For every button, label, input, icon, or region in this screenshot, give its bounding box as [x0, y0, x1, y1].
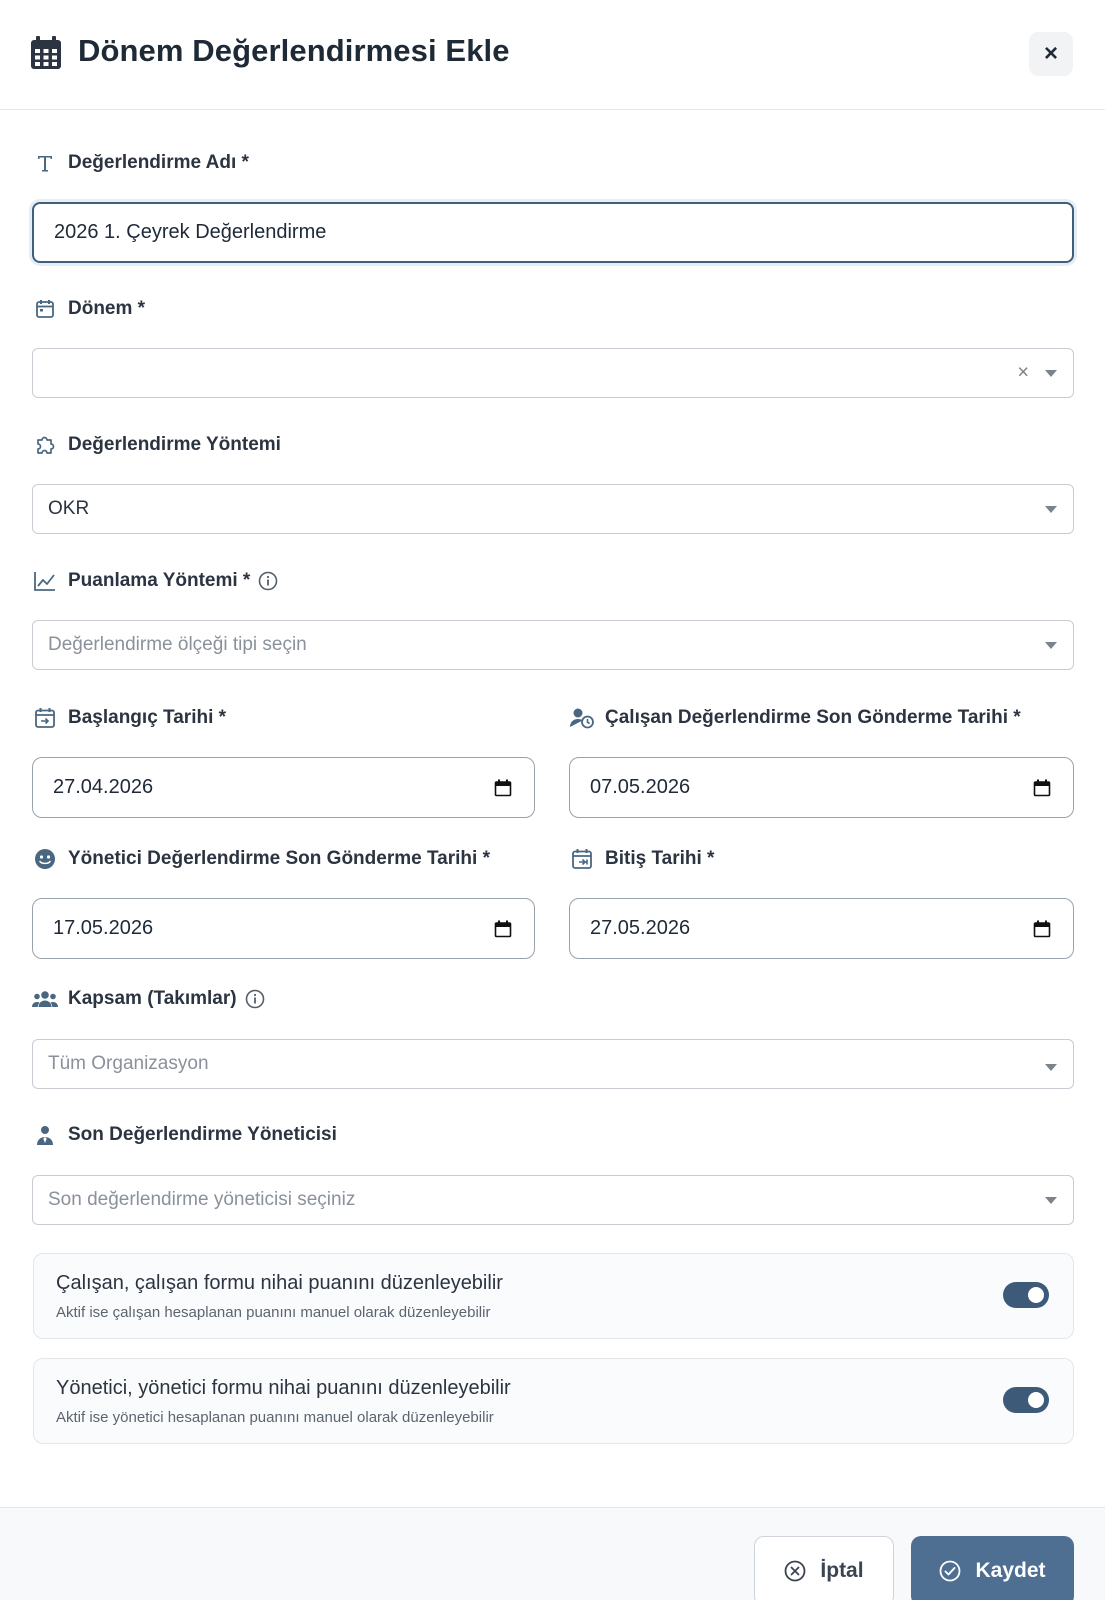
scope-select[interactable]: Tüm Organizasyon — [32, 1039, 1074, 1089]
name-label: Değerlendirme Adı * — [32, 150, 249, 176]
final-manager-label: Son Değerlendirme Yöneticisi — [32, 1122, 337, 1148]
method-select[interactable]: OKR — [32, 484, 1074, 534]
calendar-picker-icon[interactable] — [1033, 920, 1051, 938]
save-button[interactable]: Kaydet — [911, 1536, 1074, 1600]
end-date-input[interactable]: 27.05.2026 — [569, 898, 1074, 959]
clear-icon[interactable]: × — [1017, 362, 1029, 385]
text-icon — [32, 150, 58, 176]
employee-deadline-input[interactable]: 07.05.2026 — [569, 757, 1074, 818]
calendar-picker-icon[interactable] — [494, 920, 512, 938]
cancel-circle-icon — [784, 1559, 808, 1583]
employee-edit-toggle[interactable] — [1003, 1282, 1049, 1308]
manager-edit-toggle[interactable] — [1003, 1387, 1049, 1413]
period-select[interactable]: × — [32, 348, 1074, 398]
close-button[interactable]: × — [1029, 32, 1073, 76]
manager-deadline-label: Yönetici Değerlendirme Son Gönderme Tari… — [32, 846, 490, 872]
check-circle-icon — [939, 1559, 963, 1583]
end-date-label: Bitiş Tarihi * — [569, 846, 714, 872]
scope-label: Kapsam (Takımlar) — [32, 986, 265, 1012]
chevron-down-icon — [1045, 1197, 1057, 1204]
line-chart-icon — [32, 568, 58, 594]
toggle-subtitle: Aktif ise yönetici hesaplanan puanını ma… — [56, 1409, 494, 1426]
period-label: Dönem * — [32, 296, 145, 322]
dialog-footer: İptal Kaydet — [0, 1507, 1105, 1600]
start-date-input[interactable]: 27.04.2026 — [32, 757, 535, 818]
manager-face-icon — [32, 846, 58, 872]
scoring-label: Puanlama Yöntemi * — [32, 568, 278, 594]
dialog-header: Dönem Değerlendirmesi Ekle × — [0, 0, 1105, 110]
manager-edit-toggle-card: Yönetici, yönetici formu nihai puanını d… — [33, 1358, 1074, 1444]
user-tie-icon — [32, 1122, 58, 1148]
final-manager-select[interactable]: Son değerlendirme yöneticisi seçiniz — [32, 1175, 1074, 1225]
name-input[interactable]: 2026 1. Çeyrek Değerlendirme — [32, 202, 1074, 263]
chevron-down-icon — [1045, 1064, 1057, 1071]
calendar-icon — [31, 36, 61, 69]
dialog-title: Dönem Değerlendirmesi Ekle — [78, 33, 510, 68]
chevron-down-icon — [1045, 506, 1057, 513]
user-clock-icon — [569, 705, 595, 731]
toggle-subtitle: Aktif ise çalışan hesaplanan puanını man… — [56, 1304, 491, 1321]
info-icon[interactable] — [245, 989, 265, 1009]
employee-edit-toggle-card: Çalışan, çalışan formu nihai puanını düz… — [33, 1253, 1074, 1339]
info-icon[interactable] — [258, 571, 278, 591]
puzzle-icon — [32, 432, 58, 458]
close-icon: × — [1043, 40, 1058, 67]
start-date-label: Başlangıç Tarihi * — [32, 705, 226, 731]
method-label: Değerlendirme Yöntemi — [32, 432, 281, 458]
employee-deadline-label: Çalışan Değerlendirme Son Gönderme Tarih… — [569, 705, 1021, 731]
team-icon — [32, 986, 58, 1012]
calendar-start-icon — [32, 705, 58, 731]
manager-deadline-input[interactable]: 17.05.2026 — [32, 898, 535, 959]
calendar-end-icon — [569, 846, 595, 872]
cancel-button[interactable]: İptal — [754, 1536, 894, 1600]
calendar-picker-icon[interactable] — [1033, 779, 1051, 797]
calendar-picker-icon[interactable] — [494, 779, 512, 797]
scoring-select[interactable]: Değerlendirme ölçeği tipi seçin — [32, 620, 1074, 670]
chevron-down-icon — [1045, 370, 1057, 377]
toggle-title: Yönetici, yönetici formu nihai puanını d… — [56, 1377, 511, 1399]
chevron-down-icon — [1045, 642, 1057, 649]
toggle-title: Çalışan, çalışan formu nihai puanını düz… — [56, 1272, 503, 1294]
calendar-small-icon — [32, 296, 58, 322]
